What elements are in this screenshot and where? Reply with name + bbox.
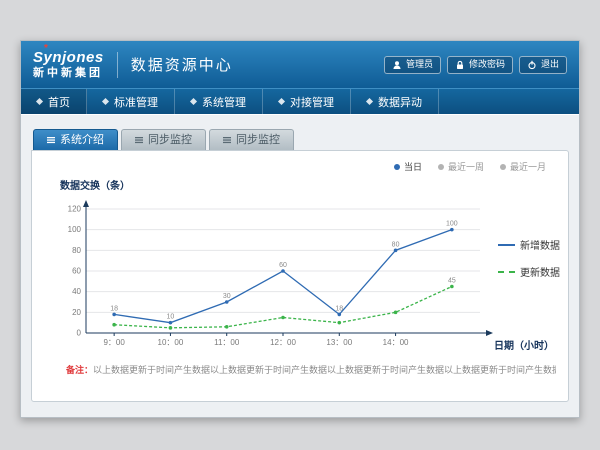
header-actions: 管理员 修改密码 退出	[384, 56, 567, 74]
power-icon	[527, 60, 537, 70]
remark-note: 备注：以上数据更新于时间产生数据以上数据更新于时间产生数据以上数据更新于时间产生…	[66, 363, 556, 376]
admin-user-label: 管理员	[406, 60, 433, 69]
svg-text:45: 45	[448, 278, 456, 285]
legend-item-updated-data[interactable]: 更新数据	[498, 264, 560, 279]
nav-item-home[interactable]: 首页	[21, 89, 87, 114]
nav-item-label: 对接管理	[290, 94, 334, 110]
dot-icon	[500, 164, 506, 170]
range-filter-legend: 当日 最近一周 最近一月	[394, 160, 546, 173]
svg-text:100: 100	[68, 225, 82, 234]
svg-text:10: 10	[167, 314, 175, 321]
logo-wordmark: Synjones *	[33, 50, 104, 65]
legend-label: 新增数据	[520, 237, 560, 252]
change-password-button[interactable]: 修改密码	[447, 56, 513, 74]
list-icon	[223, 136, 231, 144]
filter-label: 最近一月	[510, 160, 546, 173]
filter-last-week[interactable]: 最近一周	[438, 160, 484, 173]
filter-last-month[interactable]: 最近一月	[500, 160, 546, 173]
filter-label: 当日	[404, 160, 422, 173]
tab-label: 系统介绍	[60, 135, 104, 146]
y-axis-title: 数据交换（条）	[60, 177, 130, 192]
nav-diamond-icon	[366, 98, 373, 105]
svg-text:80: 80	[72, 246, 81, 255]
nav-diamond-icon	[36, 98, 43, 105]
remark-label: 备注：	[66, 365, 93, 375]
svg-text:40: 40	[72, 287, 81, 296]
nav-diamond-icon	[102, 98, 109, 105]
logo-spark-icon: *	[44, 44, 48, 54]
main-nav: 首页 标准管理 系统管理 对接管理 数据异动	[21, 88, 579, 114]
nav-diamond-icon	[190, 98, 197, 105]
change-password-label: 修改密码	[469, 60, 505, 69]
page-title: 数据资源中心	[131, 54, 233, 75]
tab-strip: 系统介绍 同步监控 同步监控	[33, 129, 569, 150]
dot-icon	[438, 164, 444, 170]
logo: Synjones * 新中新集团	[33, 50, 104, 79]
nav-item-standard-mgmt[interactable]: 标准管理	[87, 89, 175, 114]
content-area: 系统介绍 同步监控 同步监控	[21, 115, 579, 417]
svg-text:14：00: 14：00	[383, 338, 409, 347]
svg-text:13：00: 13：00	[326, 338, 352, 347]
admin-user-button[interactable]: 管理员	[384, 56, 441, 74]
tab-label: 同步监控	[148, 135, 192, 146]
svg-text:60: 60	[279, 262, 287, 269]
svg-text:10：00: 10：00	[158, 338, 184, 347]
legend-item-new-data[interactable]: 新增数据	[498, 237, 560, 252]
series-legend: 新增数据 更新数据	[498, 237, 560, 279]
svg-text:18: 18	[110, 305, 118, 312]
svg-text:120: 120	[68, 205, 82, 214]
svg-text:11：00: 11：00	[214, 338, 240, 347]
logout-label: 退出	[541, 60, 559, 69]
svg-text:30: 30	[223, 293, 231, 300]
nav-item-system-mgmt[interactable]: 系统管理	[175, 89, 263, 114]
content-panel: 当日 最近一周 最近一月 数据交换（条） 0 20 40 60 80 100 120 9：00…	[31, 150, 569, 402]
app-header: Synjones * 新中新集团 数据资源中心 管理员 修	[21, 41, 579, 88]
svg-text:60: 60	[72, 267, 81, 276]
svg-text:0: 0	[77, 329, 82, 338]
remark-text: 以上数据更新于时间产生数据以上数据更新于时间产生数据以上数据更新于时间产生数据以…	[93, 365, 556, 375]
dashed-line-icon	[498, 271, 515, 273]
svg-text:9：00: 9：00	[103, 338, 125, 347]
logout-button[interactable]: 退出	[519, 56, 567, 74]
legend-label: 更新数据	[520, 264, 560, 279]
svg-text:20: 20	[72, 308, 81, 317]
lock-icon	[455, 60, 465, 70]
svg-text:18: 18	[335, 305, 343, 312]
nav-item-docking-mgmt[interactable]: 对接管理	[263, 89, 351, 114]
nav-diamond-icon	[278, 98, 285, 105]
tab-sync-monitor-2[interactable]: 同步监控	[209, 129, 294, 150]
filter-label: 最近一周	[448, 160, 484, 173]
tab-system-intro[interactable]: 系统介绍	[33, 129, 118, 150]
tab-label: 同步监控	[236, 135, 280, 146]
svg-text:100: 100	[446, 221, 458, 228]
nav-item-label: 首页	[48, 94, 70, 110]
svg-text:80: 80	[392, 241, 400, 248]
nav-item-data-change[interactable]: 数据异动	[351, 89, 439, 114]
dot-icon	[394, 164, 400, 170]
app-window: Synjones * 新中新集团 数据资源中心 管理员 修	[20, 40, 580, 418]
tab-sync-monitor-1[interactable]: 同步监控	[121, 129, 206, 150]
list-icon	[47, 136, 55, 144]
user-icon	[392, 60, 402, 70]
logo-company-name: 新中新集团	[33, 68, 104, 79]
x-axis-title: 日期（小时）	[494, 337, 554, 352]
filter-today[interactable]: 当日	[394, 160, 422, 173]
nav-item-label: 数据异动	[378, 94, 422, 110]
solid-line-icon	[498, 244, 515, 246]
desktop-background: Synjones * 新中新集团 数据资源中心 管理员 修	[0, 0, 600, 450]
list-icon	[135, 136, 143, 144]
line-chart: 0 20 40 60 80 100 120 9：00 10：00 11：00 12：00 13：00 1…	[56, 195, 496, 355]
nav-item-label: 系统管理	[202, 94, 246, 110]
header-divider	[117, 52, 118, 78]
nav-item-label: 标准管理	[114, 94, 158, 110]
svg-text:12：00: 12：00	[270, 338, 296, 347]
